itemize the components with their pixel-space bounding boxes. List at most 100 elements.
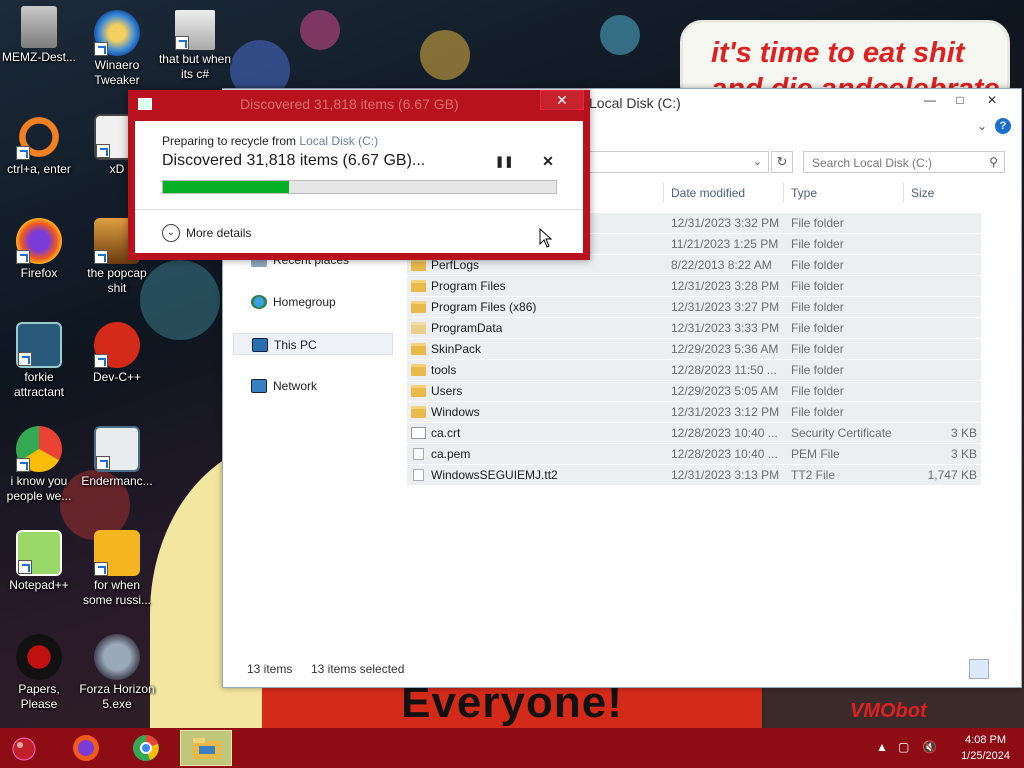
flash-icon — [94, 634, 140, 680]
close-button[interactable]: ✕ — [977, 89, 1007, 111]
help-icon[interactable]: ? — [995, 118, 1011, 134]
desktop-icon-forwhen[interactable]: for when some russi... — [78, 530, 156, 608]
chevron-down-icon[interactable]: ⌄ — [753, 155, 762, 168]
nav-item-label: This PC — [274, 338, 317, 352]
shortcut-arrow-icon — [16, 458, 30, 472]
desktop-icon-label: that but when its c# — [158, 52, 232, 81]
network-tray-icon[interactable]: ▢ — [898, 740, 909, 754]
more-details-toggle[interactable]: ⌄ More details — [162, 222, 251, 242]
shortcut-arrow-icon — [175, 36, 189, 50]
ribbon-expand-icon[interactable]: ⌄ — [977, 119, 987, 133]
column-header-size[interactable]: Size — [911, 186, 934, 200]
nav-item-network[interactable]: Network — [233, 375, 393, 397]
file-row[interactable]: Windows 12/31/2023 3:12 PM File folder — [407, 402, 981, 423]
file-row[interactable]: SkinPack 12/29/2023 5:36 AM File folder — [407, 339, 981, 360]
dialog-status-text: Discovered 31,818 items (6.67 GB)... — [162, 152, 426, 169]
file-name: Windows — [431, 405, 480, 419]
dialog-source-link[interactable]: Local Disk (C:) — [299, 134, 378, 148]
taskbar-chrome[interactable] — [120, 730, 172, 766]
address-bar[interactable]: ⌄ — [583, 151, 769, 173]
desktop-icon-devcpp[interactable]: Dev-C++ — [78, 322, 156, 385]
folder-icon — [411, 343, 426, 355]
start-orb-icon — [12, 737, 36, 761]
dialog-title: Discovered 31,818 items (6.67 GB) — [240, 96, 459, 112]
column-divider[interactable] — [903, 183, 904, 203]
file-date: 8/22/2013 8:22 AM — [671, 258, 772, 272]
tray-expand-icon[interactable]: ▲ — [876, 740, 888, 754]
file-row[interactable]: ca.pem 12/28/2023 10:40 ... PEM File 3 KB — [407, 444, 981, 465]
wallpaper-light — [420, 30, 470, 80]
search-placeholder: Search Local Disk (C:) — [812, 156, 933, 170]
desktop-icon-memz[interactable]: MEMZ-Dest... — [0, 6, 78, 65]
taskbar-file-explorer[interactable] — [180, 730, 232, 766]
desktop-icon-fork[interactable]: forkie attractant — [0, 322, 78, 400]
notepadpp-icon — [16, 530, 62, 576]
file-row[interactable]: Program Files (x86) 12/31/2023 3:27 PM Fil… — [407, 297, 981, 318]
nav-item-this-pc[interactable]: This PC — [233, 333, 393, 355]
dialog-close-button[interactable]: ✕ — [540, 90, 584, 110]
file-row[interactable]: Users 12/29/2023 5:05 AM File folder — [407, 381, 981, 402]
maximize-button[interactable]: □ — [945, 89, 975, 111]
taskbar-firefox[interactable] — [60, 730, 112, 766]
file-row[interactable]: Program Files 12/31/2023 3:28 PM File fold… — [407, 276, 981, 297]
shortcut-arrow-icon — [94, 42, 108, 56]
volume-muted-icon[interactable]: 🔇 — [922, 740, 937, 754]
start-button[interactable] — [6, 732, 42, 764]
dialog-prep-prefix: Preparing to recycle from — [162, 134, 300, 148]
file-row[interactable]: tools 12/28/2023 11:50 ... File folder — [407, 360, 981, 381]
search-input[interactable]: Search Local Disk (C:) ⚲ — [803, 151, 1005, 173]
pause-icon[interactable]: ❚❚ — [495, 155, 513, 169]
desktop-icon-iknowyou[interactable]: i know you people we... — [0, 426, 78, 504]
computer-icon — [252, 338, 268, 352]
file-date: 12/28/2023 10:40 ... — [671, 426, 778, 440]
file-row[interactable]: WindowsSEGUIEMJ.tt2 12/31/2023 3:13 PM TT2… — [407, 465, 981, 486]
desktop-icon-firefox[interactable]: Firefox — [0, 218, 78, 281]
nav-item-homegroup[interactable]: Homegroup — [233, 291, 393, 313]
minimize-button[interactable]: — — [915, 89, 945, 111]
column-header-date[interactable]: Date modified — [671, 186, 745, 200]
cancel-icon[interactable]: ✕ — [540, 153, 556, 169]
desktop-icon-enderman[interactable]: Endermanc... — [78, 426, 156, 489]
status-item-count: 13 items — [247, 662, 293, 676]
recycle-bin-icon — [21, 6, 57, 48]
file-name: Users — [431, 384, 463, 398]
folder-icon — [411, 322, 426, 334]
de-app-icon — [94, 530, 140, 576]
desktop-icon-csharp[interactable]: that but when its c# — [156, 10, 234, 82]
file-row[interactable]: ProgramData 12/31/2023 3:33 PM File folder — [407, 318, 981, 339]
desktop-icon-forza[interactable]: Forza Horizon 5.exe — [78, 634, 156, 712]
homegroup-icon — [251, 295, 267, 309]
file-size: 3 KB — [950, 447, 977, 461]
file-date: 12/28/2023 10:40 ... — [671, 447, 778, 461]
desktop-icon-notepadpp[interactable]: Notepad++ — [0, 530, 78, 593]
taskbar: ▲ ▢ 🔇 4:08 PM 1/25/2024 — [0, 728, 1024, 768]
desktop-icon-ctrl-a[interactable]: ctrl+a, enter — [0, 114, 78, 177]
file-type: File folder — [791, 342, 844, 356]
file-row[interactable]: ca.crt 12/28/2023 10:40 ... Security Certi… — [407, 423, 981, 444]
file-icon — [413, 448, 424, 460]
desktop-icon-papers[interactable]: Papers, Please — [0, 634, 78, 712]
nav-item-label: Network — [273, 379, 318, 393]
desktop-icon-winaero[interactable]: Winaero Tweaker — [78, 10, 156, 88]
wallpaper-light — [300, 10, 340, 50]
system-clock[interactable]: 4:08 PM 1/25/2024 — [961, 732, 1010, 764]
file-type: File folder — [791, 258, 844, 272]
file-type: Security Certificate — [791, 426, 892, 440]
folder-icon — [411, 385, 426, 397]
file-name: ca.crt — [431, 426, 461, 440]
more-details-label: More details — [186, 225, 252, 240]
dialog-titlebar[interactable]: Discovered 31,818 items (6.67 GB) ✕ — [128, 90, 590, 118]
large-icons-view-button[interactable] — [993, 659, 1013, 679]
refresh-button[interactable]: ↻ — [771, 151, 793, 173]
status-selected-count: 13 items selected — [311, 662, 405, 676]
winaero-icon — [94, 10, 140, 56]
clock-time: 4:08 PM — [965, 734, 1007, 746]
column-divider[interactable] — [783, 183, 784, 203]
file-type: File folder — [791, 405, 844, 419]
file-date: 11/21/2023 1:25 PM — [671, 237, 779, 251]
firefox-icon — [73, 735, 99, 761]
column-header-type[interactable]: Type — [791, 186, 817, 200]
details-view-button[interactable] — [969, 659, 989, 679]
column-divider[interactable] — [663, 183, 664, 203]
recycle-progress-dialog[interactable]: Discovered 31,818 items (6.67 GB) ✕ Prep… — [128, 90, 590, 260]
